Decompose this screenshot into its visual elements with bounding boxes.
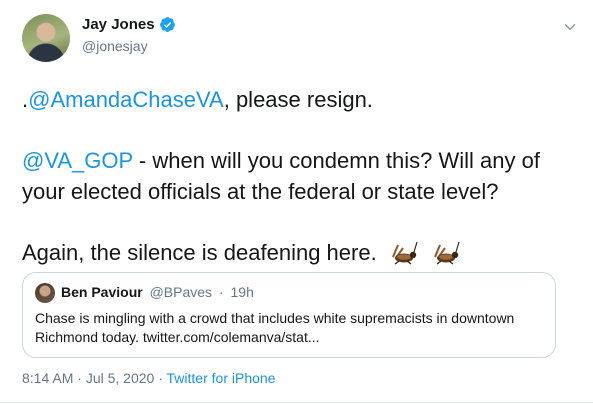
author-avatar[interactable] [22, 14, 70, 62]
author-handle[interactable]: @jonesjay [82, 38, 148, 54]
quoted-author-avatar [35, 283, 55, 303]
author-name-row: Jay Jones [82, 16, 176, 33]
quoted-author-handle: @BPaves [149, 284, 213, 300]
divider [0, 402, 593, 403]
quoted-tweet-header: Ben Paviour @BPaves · 19h [61, 284, 254, 300]
author-name[interactable]: Jay Jones [82, 16, 155, 33]
chevron-down-icon[interactable] [561, 18, 579, 36]
quoted-author-name: Ben Paviour [61, 284, 143, 300]
tweet-text: .@AmandaChaseVA, please resign. @VA_GOP … [22, 84, 582, 298]
tweet-line-3: Again, the silence is deafening here. [22, 237, 582, 268]
cricket-icon [391, 241, 418, 265]
quoted-tweet-text: Chase is mingling with a crowd that incl… [35, 310, 515, 345]
quoted-time: 19h [230, 284, 254, 300]
tweet-line-2: @VA_GOP - when will you condemn this? Wi… [22, 145, 582, 207]
tweet-line-1-text: , please resign. [223, 87, 373, 112]
tweet-line-3-text: Again, the silence is deafening here. [22, 240, 377, 265]
mention-link-va-gop[interactable]: @VA_GOP [22, 148, 133, 173]
tweet-time[interactable]: 8:14 AM [22, 370, 73, 386]
footer-separator-2: · [158, 370, 163, 386]
quoted-separator: · [218, 284, 224, 300]
quoted-tweet[interactable]: Ben Paviour @BPaves · 19h Chase is mingl… [22, 272, 556, 358]
tweet-source-link[interactable]: Twitter for iPhone [167, 370, 276, 386]
mention-link-amandachaseva[interactable]: @AmandaChaseVA [28, 87, 224, 112]
footer-separator-1: · [77, 370, 82, 386]
verified-badge-icon [159, 17, 175, 32]
tweet-card: Jay Jones @jonesjay .@AmandaChaseVA, ple… [0, 0, 593, 404]
tweet-date[interactable]: Jul 5, 2020 [86, 370, 155, 386]
cricket-icon [434, 241, 460, 265]
tweet-footer: 8:14 AM · Jul 5, 2020 · Twitter for iPho… [22, 370, 275, 386]
tweet-line-1: .@AmandaChaseVA, please resign. [22, 84, 582, 115]
